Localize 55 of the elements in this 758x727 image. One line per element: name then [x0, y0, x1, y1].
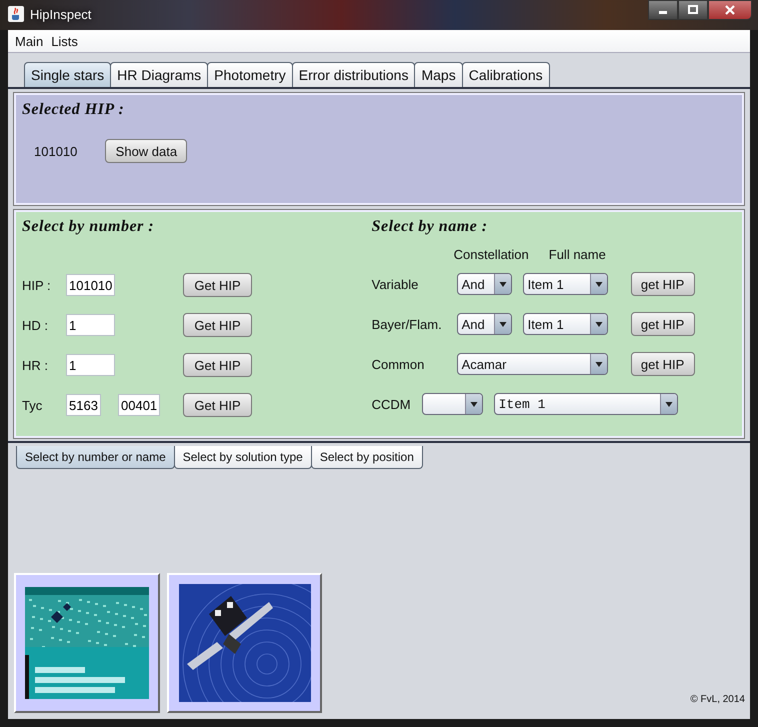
coffee-cup-icon — [8, 6, 24, 22]
get-hip-button[interactable]: Get HIP — [183, 273, 252, 297]
tab[interactable]: Photometry — [207, 62, 293, 87]
field-label: Bayer/Flam. — [372, 316, 443, 332]
panel-heading: Selected HIP : — [22, 101, 126, 119]
get-hip-button[interactable]: get HIP — [630, 312, 695, 336]
field-label: CCDM — [372, 396, 412, 412]
copyright-text: © FvL, 2014 — [690, 694, 745, 705]
get-hip-button[interactable]: get HIP — [630, 352, 695, 376]
input-field[interactable]: 5163 — [66, 394, 101, 416]
get-hip-button[interactable]: Get HIP — [183, 393, 252, 417]
thumbnail-frame[interactable] — [167, 573, 322, 713]
tab[interactable]: Maps — [414, 62, 463, 87]
field-label: Tyc — [22, 398, 44, 412]
close-button[interactable] — [708, 0, 752, 20]
field-label: HR : — [22, 358, 49, 372]
menu-item[interactable]: Main — [11, 34, 48, 48]
tab[interactable]: Select by number or name — [16, 446, 175, 469]
dropdown[interactable]: And — [456, 313, 512, 335]
hip-number: 101010 — [34, 144, 78, 158]
panel-heading: Select by number : — [22, 218, 156, 236]
tab[interactable]: Calibrations — [462, 62, 550, 87]
field-label: Common — [372, 356, 426, 372]
input-field[interactable]: 101010 — [66, 274, 115, 296]
dropdown[interactable]: Item 1 — [522, 313, 608, 335]
window-title: HipInspect — [30, 7, 92, 22]
dropdown[interactable]: Item 1 — [522, 273, 608, 295]
dropdown[interactable]: And — [456, 273, 512, 295]
close-icon — [725, 5, 735, 15]
maximize-button[interactable] — [678, 0, 708, 20]
dropdown[interactable]: Acamar — [456, 353, 608, 375]
column-header: Constellation — [454, 247, 529, 262]
minimize-button[interactable] — [648, 0, 678, 20]
tab[interactable]: HR Diagrams — [110, 62, 208, 87]
thumbnail-frame[interactable] — [14, 573, 160, 713]
field-label: HD : — [22, 318, 49, 332]
menu-item[interactable]: Lists — [47, 34, 82, 48]
column-header: Full name — [548, 247, 606, 262]
tab[interactable]: Error distributions — [292, 62, 416, 87]
get-hip-button[interactable]: Get HIP — [183, 313, 252, 337]
tab[interactable]: Single stars — [24, 62, 112, 87]
dropdown[interactable] — [422, 393, 483, 415]
tab[interactable]: Select by position — [310, 446, 423, 469]
input-field[interactable]: 1 — [66, 354, 115, 376]
maximize-icon — [688, 5, 698, 15]
panel-heading: Select by name : — [372, 218, 489, 236]
get-hip-button[interactable]: get HIP — [630, 272, 695, 296]
input-field[interactable]: 1 — [66, 314, 115, 336]
field-label: HIP : — [22, 278, 52, 292]
show-data-button[interactable]: Show data — [105, 139, 188, 163]
tab[interactable]: Select by solution type — [174, 446, 312, 469]
field-label: Variable — [372, 276, 420, 292]
dropdown[interactable]: Item 1 — [494, 393, 678, 415]
input-field[interactable]: 00401 — [118, 394, 160, 416]
get-hip-button[interactable]: Get HIP — [183, 353, 252, 377]
